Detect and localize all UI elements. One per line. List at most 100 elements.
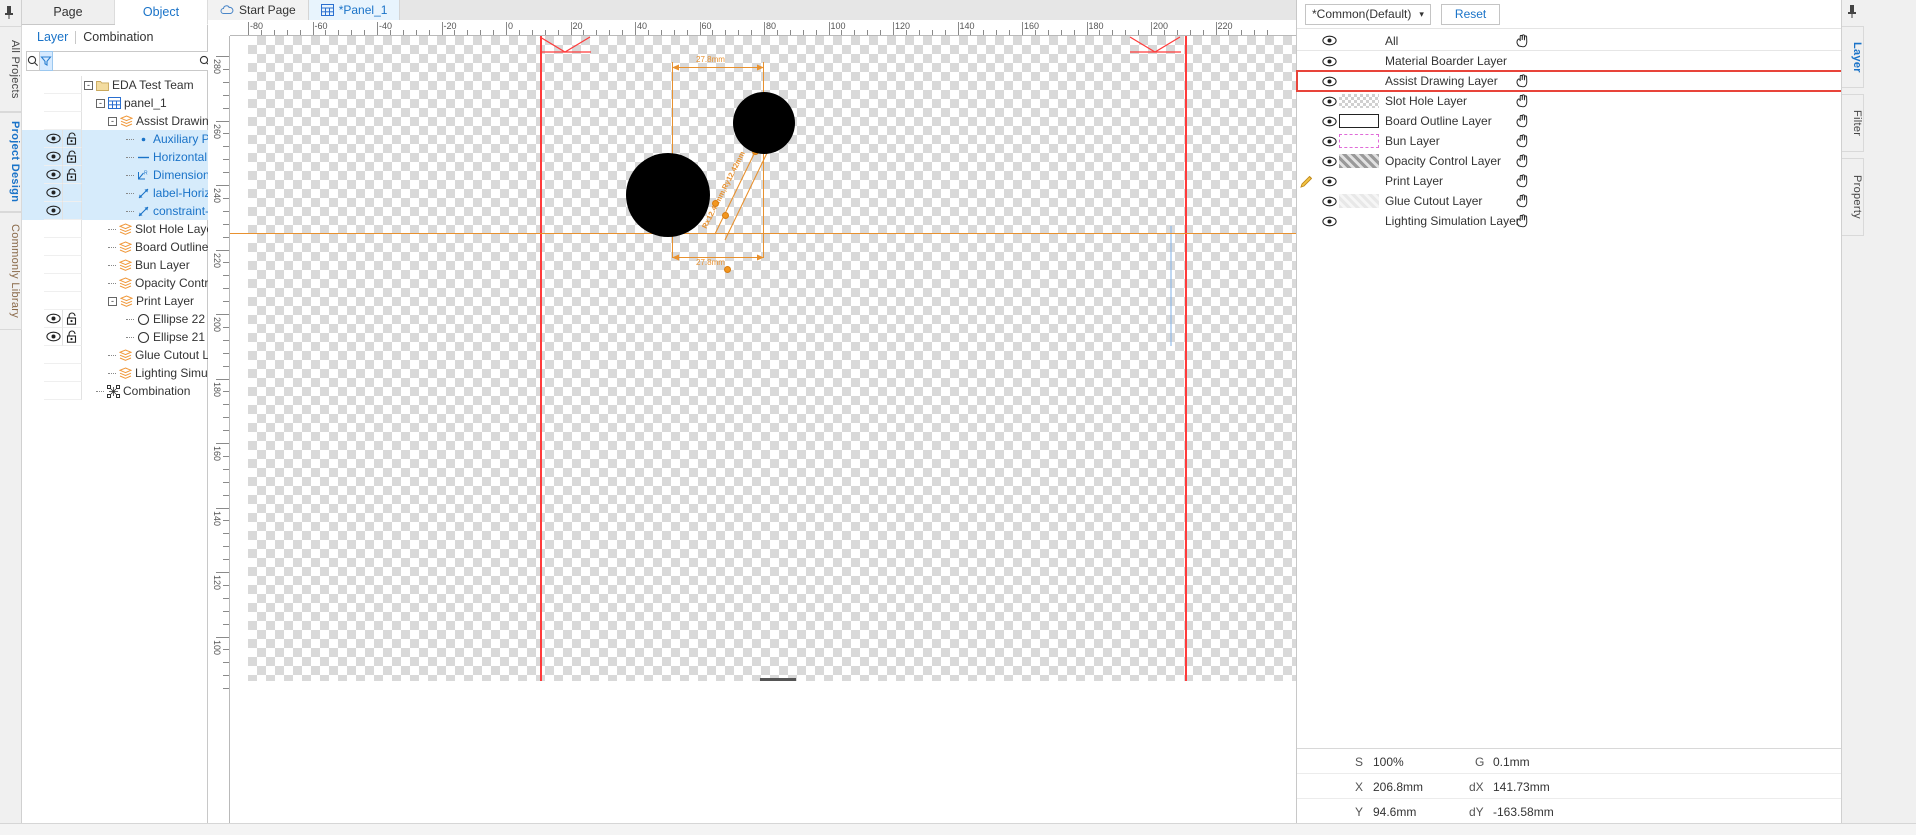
eye-icon[interactable] (44, 148, 63, 166)
tree-item[interactable]: - Print Layer (108, 292, 194, 310)
eye-icon[interactable] (1322, 216, 1338, 227)
eye-icon[interactable] (44, 166, 63, 184)
layer-row[interactable]: Glue Cutout Layer (1297, 191, 1842, 211)
layer-row[interactable]: Opacity Control Layer (1297, 151, 1842, 171)
pin-icon[interactable] (1847, 5, 1861, 21)
hand-icon[interactable] (1515, 154, 1529, 168)
tree-row[interactable]: - Assist Drawing Layer (22, 112, 249, 130)
hand-icon[interactable] (1515, 94, 1529, 108)
tab-object[interactable]: Object (115, 0, 208, 25)
reset-button[interactable]: Reset (1440, 3, 1501, 25)
eye-icon[interactable] (1322, 76, 1338, 87)
tree-item[interactable]: - EDA Test Team (84, 76, 194, 94)
tab-page[interactable]: Page (22, 0, 115, 24)
tree-row[interactable]: Board Outline Layer (22, 238, 242, 256)
anchor-point[interactable] (712, 200, 719, 207)
pin-icon[interactable] (4, 6, 18, 22)
layer-row[interactable]: Material Boarder Layer (1297, 51, 1842, 71)
layer-row[interactable]: Board Outline Layer (1297, 111, 1842, 131)
doc-tab-start-page[interactable]: Start Page (208, 0, 309, 20)
eye-icon[interactable] (1322, 96, 1338, 107)
tree-row[interactable]: Ellipse 22 (22, 310, 208, 328)
hand-icon[interactable] (1515, 194, 1529, 208)
tree-item[interactable]: Ellipse 21 (126, 328, 205, 346)
hand-icon[interactable] (1515, 174, 1529, 188)
profile-select[interactable]: *Common(Default) ▾ (1305, 3, 1431, 25)
tree-row[interactable]: Combination (22, 382, 208, 400)
expander-toggle[interactable]: - (96, 98, 105, 108)
tree-row[interactable]: Slot Hole Layer (22, 220, 217, 238)
tree-row[interactable]: - Print Layer (22, 292, 208, 310)
hand-icon[interactable] (1515, 33, 1529, 48)
tree-item[interactable]: Ellipse 22 (126, 310, 205, 328)
design-canvas[interactable]: 27.8mm 27.8mm Rx12.46mm,Ry12.42mm (230, 36, 1296, 835)
ellipse-shape-22[interactable] (733, 92, 795, 154)
tree-row[interactable]: label-Horizontal Dimension (22, 184, 296, 202)
eye-icon[interactable] (1322, 156, 1338, 167)
subtab-layer[interactable]: Layer (30, 30, 75, 44)
eye-icon[interactable] (1322, 35, 1338, 46)
tree-item[interactable]: Bun Layer (108, 256, 190, 274)
eye-icon[interactable] (44, 310, 63, 328)
eye-icon[interactable] (1322, 176, 1338, 187)
eye-icon[interactable] (1322, 116, 1338, 127)
layer-row[interactable]: All (1297, 31, 1842, 51)
lock-icon[interactable] (63, 148, 82, 166)
layer-color-swatch[interactable] (1339, 194, 1379, 208)
layer-color-swatch[interactable] (1339, 114, 1379, 128)
lock-icon[interactable] (63, 328, 82, 346)
tree-item[interactable]: Combination (96, 382, 190, 400)
anchor-point[interactable] (722, 212, 729, 219)
hand-icon[interactable] (1515, 214, 1529, 228)
rail-tab-project-design[interactable]: Project Design (0, 112, 22, 212)
tree-row[interactable]: Horizontal Auxiliary Line (22, 148, 281, 166)
pencil-icon[interactable] (1300, 175, 1313, 188)
horizontal-ruler[interactable]: -80 -60 -40 -20 0 20 40 60 80 100 120 140 160 180 200 2… (230, 20, 1296, 36)
search-icon-button[interactable] (26, 51, 40, 71)
doc-tab-panel-1[interactable]: *Panel_1 (308, 0, 401, 20)
tree-row[interactable]: - EDA Test Team (22, 76, 208, 94)
layer-row[interactable]: Bun Layer (1297, 131, 1842, 151)
lock-icon[interactable] (63, 130, 82, 148)
tree-row[interactable]: Opacity Control Layer (22, 274, 251, 292)
rail-tab-commonly-library[interactable]: Commonly Library (0, 212, 22, 330)
canvas-bottom-handle[interactable] (760, 678, 796, 681)
tree-item[interactable]: - panel_1 (96, 94, 167, 112)
tree-row[interactable]: Glue Cutout Layer (22, 346, 232, 364)
tree-row[interactable]: Ellipse 21 (22, 328, 208, 346)
right-tab-filter[interactable]: Filter (1842, 94, 1864, 152)
vertical-ruler[interactable]: 280 260 240 220 200 180 160 140 120 100 (208, 36, 230, 835)
eye-icon[interactable] (44, 202, 63, 220)
tree-row[interactable]: RDimension Radius 27 (22, 166, 267, 184)
eye-icon[interactable] (1322, 56, 1338, 67)
hand-icon[interactable] (1515, 114, 1529, 128)
rail-tab-all-projects[interactable]: All Projects (0, 26, 22, 112)
layer-color-swatch[interactable] (1339, 134, 1379, 148)
expander-toggle[interactable]: - (84, 80, 93, 90)
lock-icon[interactable] (63, 166, 82, 184)
layer-color-swatch[interactable] (1339, 94, 1379, 108)
ellipse-shape-21[interactable] (626, 153, 710, 237)
layer-row[interactable]: Slot Hole Layer (1297, 91, 1842, 111)
lock-icon[interactable] (63, 310, 82, 328)
filter-icon-button[interactable] (40, 51, 53, 71)
right-tab-layer[interactable]: Layer (1842, 26, 1864, 88)
layer-row[interactable]: Lighting Simulation Layer (1297, 211, 1842, 231)
right-tab-property[interactable]: Property (1842, 158, 1864, 236)
tree-row[interactable]: - panel_1 (22, 94, 208, 112)
search-input[interactable] (53, 53, 199, 69)
tree-item[interactable]: Slot Hole Layer (108, 220, 217, 238)
eye-icon[interactable] (1322, 196, 1338, 207)
anchor-point[interactable] (724, 266, 731, 273)
eye-icon[interactable] (44, 328, 63, 346)
search-input-wrap[interactable] (53, 51, 216, 71)
layer-row[interactable]: Assist Drawing Layer (1296, 70, 1843, 92)
hand-icon[interactable] (1515, 134, 1529, 148)
tree-row[interactable]: Bun Layer (22, 256, 208, 274)
tree-row[interactable]: Lighting Simulation Layer (22, 364, 270, 382)
eye-icon[interactable] (44, 184, 63, 202)
eye-icon[interactable] (44, 130, 63, 148)
eye-icon[interactable] (1322, 136, 1338, 147)
expander-toggle[interactable]: - (108, 116, 117, 126)
layer-color-swatch[interactable] (1339, 154, 1379, 168)
